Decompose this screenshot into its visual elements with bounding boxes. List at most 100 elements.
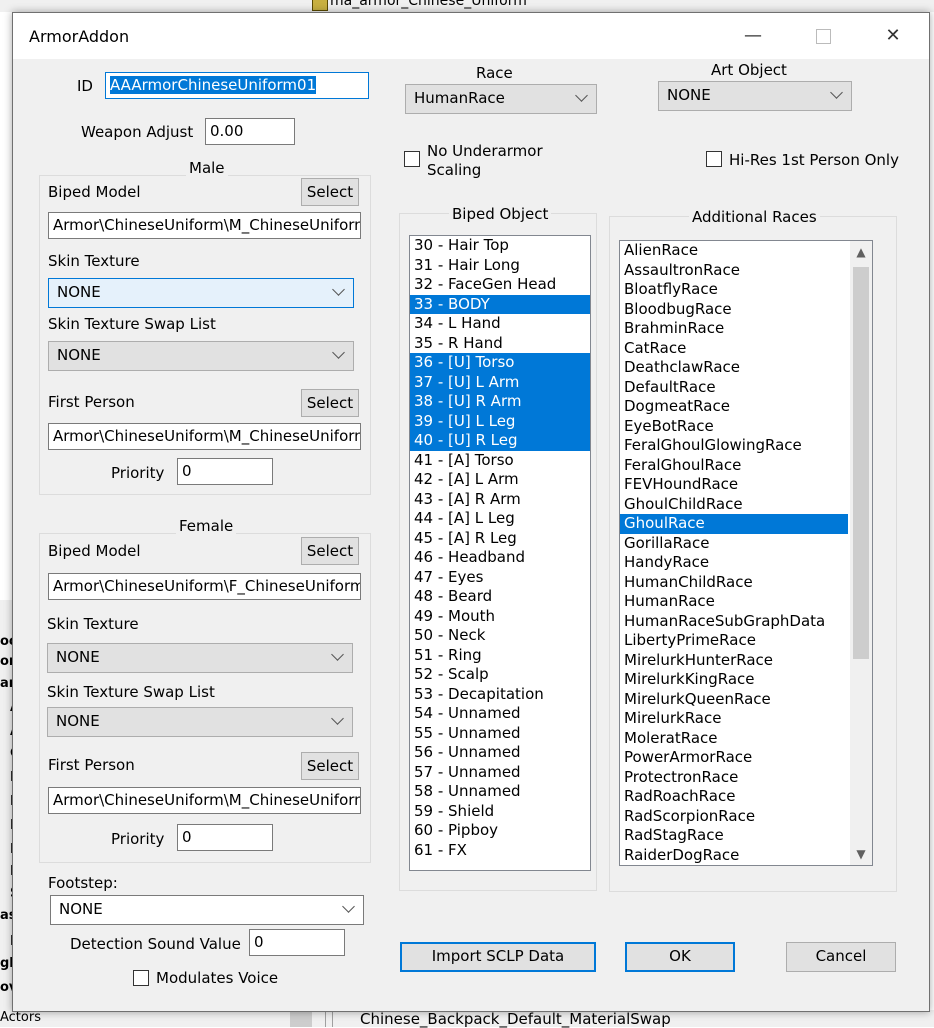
additional-races-list-item[interactable]: GorillaRace bbox=[620, 534, 848, 554]
biped-object-list-item[interactable]: 45 - [A] R Leg bbox=[410, 529, 590, 549]
male-skin-texture-select[interactable]: NONE bbox=[48, 278, 354, 308]
additional-races-list-item[interactable]: MirelurkHunterRace bbox=[620, 651, 848, 671]
biped-object-list-item[interactable]: 32 - FaceGen Head bbox=[410, 275, 590, 295]
import-sclp-button[interactable]: Import SCLP Data bbox=[400, 942, 596, 972]
female-swap-list-select[interactable]: NONE bbox=[47, 707, 353, 737]
no-underarmor-scaling-checkbox[interactable] bbox=[404, 151, 420, 167]
additional-races-list-item[interactable]: MoleratRace bbox=[620, 729, 848, 749]
additional-races-list-item[interactable]: AssaultronRace bbox=[620, 261, 848, 281]
male-biped-model-select-button[interactable]: Select bbox=[301, 178, 359, 206]
hires-first-person-checkbox[interactable] bbox=[706, 151, 722, 167]
biped-object-list-item[interactable]: 51 - Ring bbox=[410, 646, 590, 666]
additional-races-list-item[interactable]: LibertyPrimeRace bbox=[620, 631, 848, 651]
biped-object-list-item[interactable]: 33 - BODY bbox=[410, 294, 590, 314]
biped-object-list-item[interactable]: 35 - R Hand bbox=[410, 334, 590, 354]
biped-object-list-item[interactable]: 58 - Unnamed bbox=[410, 782, 590, 802]
additional-races-list-item[interactable]: ProtectronRace bbox=[620, 768, 848, 788]
races-scrollbar[interactable]: ▲ ▼ bbox=[850, 241, 872, 865]
additional-races-list-item[interactable]: MirelurkQueenRace bbox=[620, 690, 848, 710]
id-input[interactable]: AAArmorChineseUniform01 bbox=[105, 72, 369, 99]
additional-races-list-item[interactable]: HumanRaceSubGraphData bbox=[620, 612, 848, 632]
biped-object-list-item[interactable]: 49 - Mouth bbox=[410, 607, 590, 627]
minimize-icon[interactable]: — bbox=[741, 25, 765, 47]
close-icon[interactable]: ✕ bbox=[881, 25, 905, 47]
additional-races-list-item[interactable]: RaiderDogRace bbox=[620, 846, 848, 866]
biped-object-list-item[interactable]: 37 - [U] L Arm bbox=[410, 372, 590, 392]
additional-races-list-item[interactable]: FeralGhoulGlowingRace bbox=[620, 436, 848, 456]
biped-object-list-item[interactable]: 44 - [A] L Leg bbox=[410, 509, 590, 529]
female-first-person-input[interactable]: Armor\ChineseUniform\M_ChineseUniform_ bbox=[48, 787, 361, 814]
maximize-icon[interactable] bbox=[811, 25, 835, 47]
ok-button[interactable]: OK bbox=[625, 942, 735, 972]
additional-races-list-item[interactable]: EyeBotRace bbox=[620, 417, 848, 437]
biped-object-list-item[interactable]: 60 - Pipboy bbox=[410, 821, 590, 841]
weapon-adjust-input[interactable]: 0.00 bbox=[205, 118, 295, 145]
biped-object-list-item[interactable]: 55 - Unnamed bbox=[410, 724, 590, 744]
additional-races-list-item[interactable]: MirelurkRace bbox=[620, 709, 848, 729]
additional-races-list-item[interactable]: PowerArmorRace bbox=[620, 748, 848, 768]
detection-sound-input[interactable]: 0 bbox=[249, 929, 345, 956]
biped-object-list-item[interactable]: 53 - Decapitation bbox=[410, 685, 590, 705]
additional-races-list-item[interactable]: GhoulRace bbox=[620, 514, 848, 534]
biped-object-title: Biped Object bbox=[449, 205, 552, 223]
additional-races-list-item[interactable]: HumanChildRace bbox=[620, 573, 848, 593]
biped-object-list-item[interactable]: 43 - [A] R Arm bbox=[410, 490, 590, 510]
biped-object-list-item[interactable]: 42 - [A] L Arm bbox=[410, 470, 590, 490]
biped-object-list-item[interactable]: 34 - L Hand bbox=[410, 314, 590, 334]
additional-races-list-item[interactable]: DeathclawRace bbox=[620, 358, 848, 378]
female-first-person-select-button[interactable]: Select bbox=[301, 752, 359, 780]
biped-object-list-item[interactable]: 57 - Unnamed bbox=[410, 763, 590, 783]
additional-races-list-item[interactable]: HumanRace bbox=[620, 592, 848, 612]
biped-object-list-item[interactable]: 30 - Hair Top bbox=[410, 236, 590, 256]
male-swap-list-select[interactable]: NONE bbox=[48, 341, 354, 371]
biped-object-list-item[interactable]: 48 - Beard bbox=[410, 587, 590, 607]
biped-object-list-item[interactable]: 50 - Neck bbox=[410, 626, 590, 646]
additional-races-list-item[interactable]: CatRace bbox=[620, 339, 848, 359]
footstep-select[interactable]: NONE bbox=[50, 895, 364, 925]
biped-object-list-item[interactable]: 40 - [U] R Leg bbox=[410, 431, 590, 451]
additional-races-list-item[interactable]: AlienRace bbox=[620, 241, 848, 261]
scroll-up-icon[interactable]: ▲ bbox=[850, 241, 872, 263]
biped-object-list-item[interactable]: 61 - FX bbox=[410, 841, 590, 861]
race-select[interactable]: HumanRace bbox=[405, 84, 597, 114]
additional-races-list-item[interactable]: RadRoachRace bbox=[620, 787, 848, 807]
cancel-button[interactable]: Cancel bbox=[786, 942, 896, 972]
biped-object-list-item[interactable]: 39 - [U] L Leg bbox=[410, 411, 590, 431]
biped-object-list-item[interactable]: 31 - Hair Long bbox=[410, 256, 590, 276]
additional-races-list-item[interactable]: DogmeatRace bbox=[620, 397, 848, 417]
biped-object-list-item[interactable]: 41 - [A] Torso bbox=[410, 451, 590, 471]
art-object-select[interactable]: NONE bbox=[658, 81, 852, 111]
additional-races-list[interactable]: AlienRace AssaultronRace BloatflyRace Blood… bbox=[619, 240, 873, 866]
biped-object-list-item[interactable]: 47 - Eyes bbox=[410, 568, 590, 588]
modulates-voice-checkbox[interactable] bbox=[133, 970, 149, 986]
biped-object-list-item[interactable]: 59 - Shield bbox=[410, 802, 590, 822]
scroll-down-icon[interactable]: ▼ bbox=[850, 843, 872, 865]
male-biped-model-input[interactable]: Armor\ChineseUniform\M_ChineseUniform_ bbox=[48, 212, 361, 239]
additional-races-list-item[interactable]: BloatflyRace bbox=[620, 280, 848, 300]
male-first-person-select-button[interactable]: Select bbox=[301, 389, 359, 417]
biped-object-list-item[interactable]: 54 - Unnamed bbox=[410, 704, 590, 724]
scroll-thumb[interactable] bbox=[853, 267, 869, 659]
male-first-person-input[interactable]: Armor\ChineseUniform\M_ChineseUniform_ bbox=[48, 423, 361, 450]
biped-object-list-item[interactable]: 52 - Scalp bbox=[410, 665, 590, 685]
biped-object-list-item[interactable]: 46 - Headband bbox=[410, 548, 590, 568]
additional-races-list-item[interactable]: FEVHoundRace bbox=[620, 475, 848, 495]
female-skin-texture-select[interactable]: NONE bbox=[47, 643, 353, 673]
additional-races-list-item[interactable]: GhoulChildRace bbox=[620, 495, 848, 515]
female-priority-input[interactable]: 0 bbox=[177, 824, 273, 851]
additional-races-list-item[interactable]: BrahminRace bbox=[620, 319, 848, 339]
additional-races-list-item[interactable]: MirelurkKingRace bbox=[620, 670, 848, 690]
additional-races-list-item[interactable]: FeralGhoulRace bbox=[620, 456, 848, 476]
additional-races-list-item[interactable]: HandyRace bbox=[620, 553, 848, 573]
additional-races-list-item[interactable]: DefaultRace bbox=[620, 378, 848, 398]
biped-object-list-item[interactable]: 38 - [U] R Arm bbox=[410, 392, 590, 412]
biped-object-list-item[interactable]: 36 - [U] Torso bbox=[410, 353, 590, 373]
additional-races-list-item[interactable]: RadScorpionRace bbox=[620, 807, 848, 827]
female-biped-model-input[interactable]: Armor\ChineseUniform\F_ChineseUniform_ bbox=[48, 573, 361, 600]
additional-races-list-item[interactable]: RadStagRace bbox=[620, 826, 848, 846]
biped-object-list[interactable]: 30 - Hair Top 31 - Hair Long 32 - FaceGen … bbox=[409, 235, 591, 871]
male-priority-input[interactable]: 0 bbox=[177, 458, 273, 485]
additional-races-list-item[interactable]: BloodbugRace bbox=[620, 300, 848, 320]
biped-object-list-item[interactable]: 56 - Unnamed bbox=[410, 743, 590, 763]
female-biped-model-select-button[interactable]: Select bbox=[301, 537, 359, 565]
